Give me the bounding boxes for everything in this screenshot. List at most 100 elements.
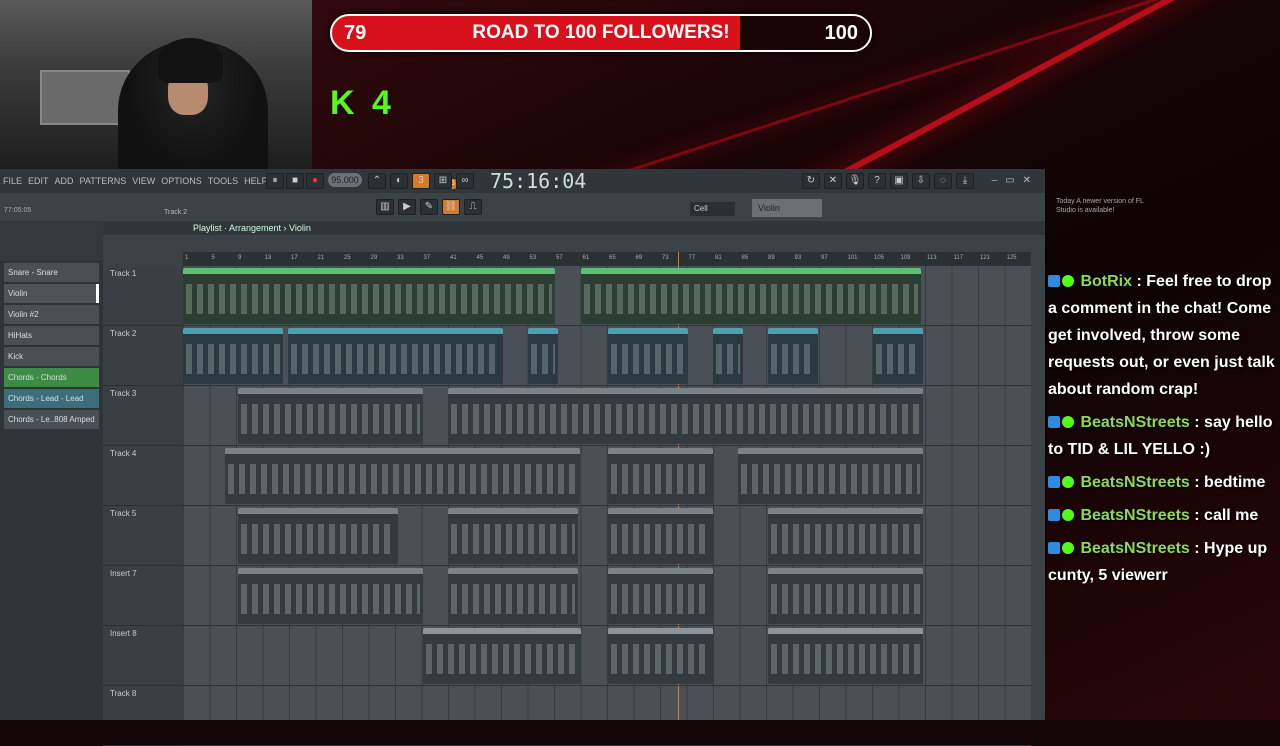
loop-record-icon[interactable]: ∞ <box>456 173 474 189</box>
chat-username[interactable]: BeatsNStreets <box>1076 414 1189 431</box>
pattern-clip[interactable] <box>238 388 423 444</box>
pattern-clip[interactable] <box>608 448 713 504</box>
ruler-tick: 53 <box>529 255 537 261</box>
metronome-icon[interactable]: ⌃ <box>368 173 386 189</box>
track-header[interactable]: Track 3 <box>103 386 183 446</box>
link-icon[interactable]: ⛓ <box>442 199 460 215</box>
pattern-clip[interactable] <box>238 568 423 624</box>
pattern-clip[interactable] <box>873 328 923 384</box>
pattern-clip[interactable] <box>448 568 578 624</box>
menu-options[interactable]: OPTIONS <box>158 176 205 186</box>
chat-username[interactable]: BotRix <box>1076 273 1132 290</box>
chat-username[interactable]: BeatsNStreets <box>1076 540 1189 557</box>
save-icon[interactable]: ▣ <box>890 173 908 189</box>
pattern-clip[interactable] <box>423 628 581 684</box>
pattern-clip[interactable] <box>608 328 688 384</box>
pencil-icon[interactable]: ✎ <box>420 199 438 215</box>
pattern-clip[interactable] <box>768 568 923 624</box>
menu-edit[interactable]: EDIT <box>25 176 52 186</box>
pattern-clip[interactable] <box>608 628 713 684</box>
pause-button[interactable]: ⏸ <box>266 173 284 189</box>
streamer-beanie <box>158 38 223 83</box>
track-header[interactable]: Insert 8 <box>103 626 183 686</box>
menu-view[interactable]: VIEW <box>129 176 158 186</box>
ruler-tick: 41 <box>450 255 457 261</box>
snap-selector[interactable]: Cell <box>690 202 735 216</box>
pattern-clip[interactable] <box>768 508 923 564</box>
track-header[interactable]: Track 5 <box>103 506 183 566</box>
pattern-clip[interactable] <box>528 328 558 384</box>
pattern-clip[interactable] <box>581 268 921 324</box>
mic-icon[interactable]: 🎙 <box>846 173 864 189</box>
wait-icon[interactable]: ◐ <box>390 173 408 189</box>
browser-item[interactable]: Violin #2 <box>4 305 99 324</box>
help-icon[interactable]: ? <box>868 173 886 189</box>
browser-item[interactable]: Kick <box>4 347 99 366</box>
timeline-ruler[interactable]: 1 5 9 13 17 21 25 29 33 37 41 45 49 53 57 61 65 69 73 77 81 8… <box>183 252 1031 266</box>
stream-chat: BotRix : Feel free to drop a comment in … <box>1048 268 1280 595</box>
track-row[interactable] <box>183 326 1031 386</box>
track-row[interactable] <box>183 386 1031 446</box>
stamp-icon[interactable]: ⎍ <box>464 199 482 215</box>
browser-list: Snare - Snare Violin Violin #2 HiHats Kick Ch… <box>0 263 103 429</box>
pattern-clip[interactable] <box>768 328 818 384</box>
menu-add[interactable]: ADD <box>52 176 77 186</box>
countdown-icon[interactable]: 3 <box>412 173 430 189</box>
refresh-icon[interactable]: ↻ <box>802 173 820 189</box>
track-row[interactable] <box>183 446 1031 506</box>
ruler-tick: 93 <box>794 255 802 261</box>
chat-icon[interactable]: ◌ <box>934 173 952 189</box>
track-row[interactable] <box>183 626 1031 686</box>
track-header[interactable]: Track 2 <box>103 326 183 386</box>
pattern-clip[interactable] <box>238 508 398 564</box>
chat-username[interactable]: BeatsNStreets <box>1076 507 1189 524</box>
track-header[interactable]: Track 1 <box>103 266 183 326</box>
track-header[interactable]: Insert 7 <box>103 566 183 626</box>
track-row[interactable] <box>183 686 1031 746</box>
pattern-clip[interactable] <box>225 448 580 504</box>
track-header[interactable]: Track 8 <box>103 686 183 746</box>
browser-item[interactable]: Snare - Snare <box>4 263 99 282</box>
browser-item[interactable]: Violin <box>4 284 99 303</box>
pattern-clip[interactable] <box>608 508 713 564</box>
tempo-display[interactable]: 95.000 <box>328 173 362 187</box>
ruler-tick: 109 <box>900 255 911 261</box>
track-row[interactable] <box>183 506 1031 566</box>
arrow-icon[interactable]: ▶ <box>398 199 416 215</box>
browser-item[interactable]: Chords - Le..808 Amped <box>4 410 99 429</box>
browser-item[interactable]: Chords - Chords <box>4 368 99 387</box>
stop-button[interactable]: ■ <box>286 173 304 189</box>
ruler-tick: 121 <box>980 255 991 261</box>
news-panel[interactable]: Today A newer version of FL Studio is av… <box>1056 197 1146 215</box>
record-button[interactable]: ● <box>306 173 324 189</box>
download-icon[interactable]: ⤓ <box>956 173 974 189</box>
track-row[interactable] <box>183 266 1031 326</box>
track-header[interactable]: Track 4 <box>103 446 183 506</box>
badge-icon <box>1062 542 1074 554</box>
tools-icon[interactable]: ✕ <box>824 173 842 189</box>
pattern-clip[interactable] <box>183 268 555 324</box>
blend-icon[interactable]: ⊞ <box>434 173 452 189</box>
track-row[interactable] <box>183 566 1031 626</box>
pattern-selector[interactable]: Violin <box>752 199 822 217</box>
pattern-clip[interactable] <box>448 388 923 444</box>
window-controls[interactable]: –▭✕ <box>992 175 1039 186</box>
browser-item[interactable]: HiHats <box>4 326 99 345</box>
pattern-clip[interactable] <box>768 628 923 684</box>
chat-username[interactable]: BeatsNStreets <box>1076 474 1189 491</box>
menu-file[interactable]: FILE <box>0 176 25 186</box>
ruler-tick: 5 <box>211 255 215 261</box>
pattern-clip[interactable] <box>608 568 713 624</box>
pattern-clip[interactable] <box>288 328 503 384</box>
ruler-tick: 1 <box>185 255 189 261</box>
render-icon[interactable]: ⇩ <box>912 173 930 189</box>
ruler-tick: 17 <box>291 255 298 261</box>
browser-item[interactable]: Chords - Lead - Lead <box>4 389 99 408</box>
playlist-grid[interactable] <box>183 252 1031 746</box>
menu-patterns[interactable]: PATTERNS <box>77 176 130 186</box>
piano-roll-icon[interactable]: ▥ <box>376 199 394 215</box>
pattern-clip[interactable] <box>713 328 743 384</box>
pattern-clip[interactable] <box>183 328 283 384</box>
pattern-clip[interactable] <box>738 448 923 504</box>
pattern-clip[interactable] <box>448 508 578 564</box>
